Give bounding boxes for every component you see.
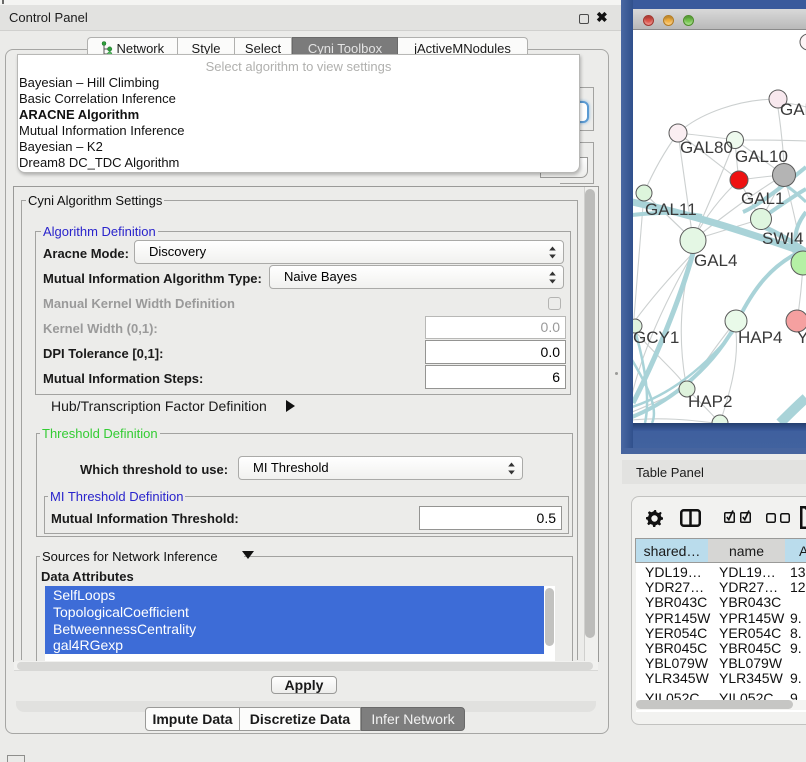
svg-text:GAL4: GAL4 <box>694 251 737 270</box>
svg-text:SWI4: SWI4 <box>762 229 804 248</box>
svg-text:HAP2: HAP2 <box>688 392 732 411</box>
svg-text:GAL: GAL <box>780 100 806 119</box>
svg-text:GAL11: GAL11 <box>645 200 697 219</box>
svg-text:GAL1: GAL1 <box>741 189 784 208</box>
svg-text:GCY1: GCY1 <box>633 328 679 347</box>
svg-text:Y: Y <box>797 328 806 347</box>
svg-text:GAL80: GAL80 <box>680 138 733 157</box>
svg-text:GAL10: GAL10 <box>735 147 788 166</box>
svg-text:HAP4: HAP4 <box>738 328 782 347</box>
